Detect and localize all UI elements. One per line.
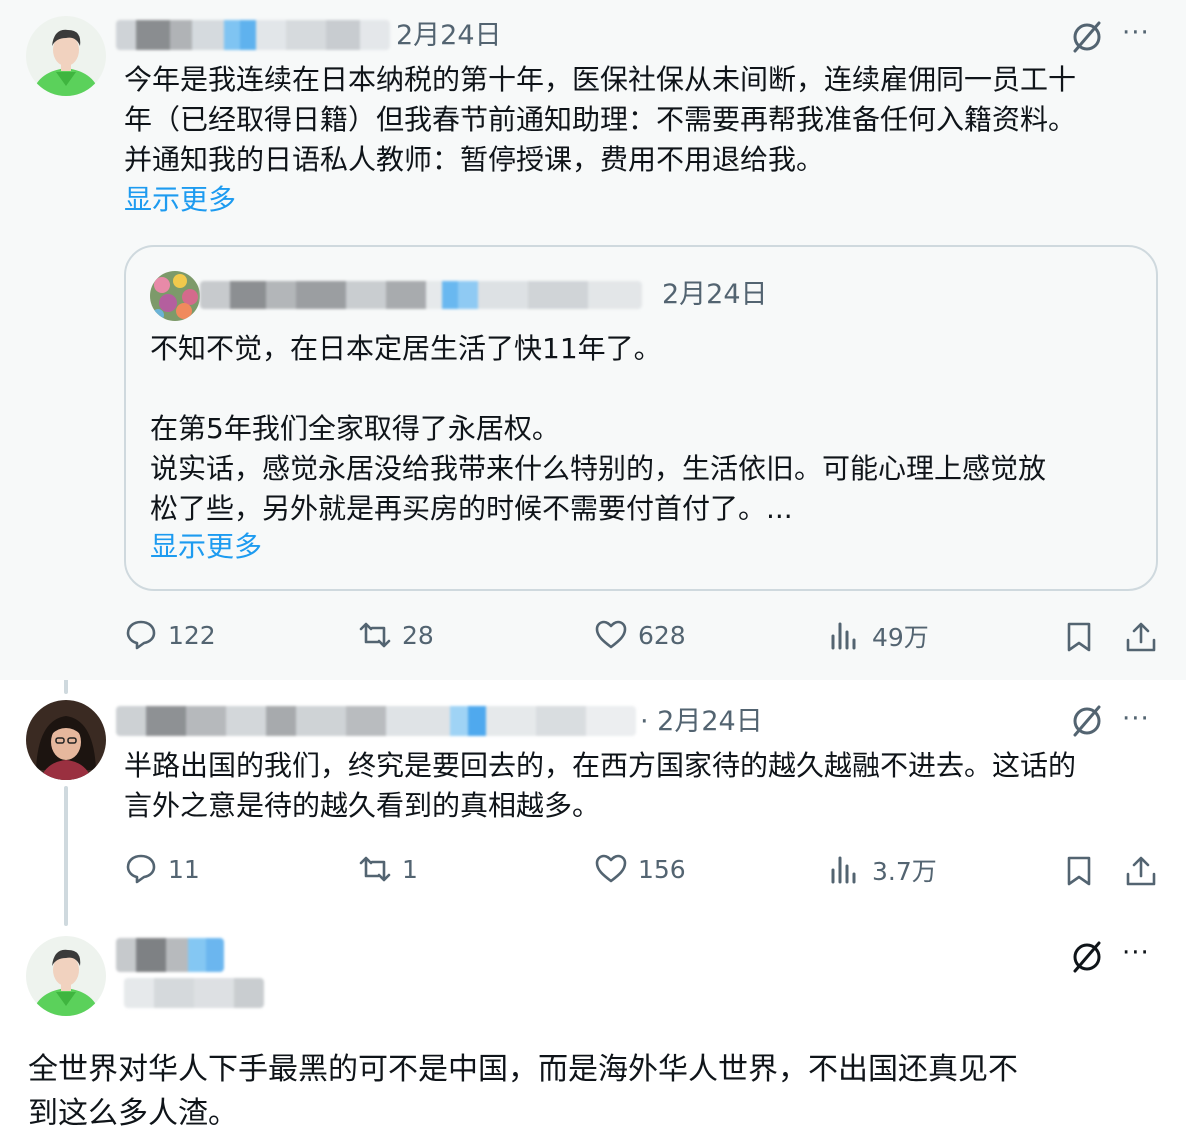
quote-avatar xyxy=(150,271,200,321)
reply-button[interactable]: 122 xyxy=(124,618,216,652)
views-count: 49万 xyxy=(872,623,929,652)
like-count: 156 xyxy=(638,854,686,884)
like-button[interactable]: 628 xyxy=(594,618,686,652)
reply-icon xyxy=(126,620,156,650)
bookmark-icon[interactable] xyxy=(1062,854,1096,888)
repost-button[interactable]: 28 xyxy=(358,618,434,652)
quote-text-line: 松了些，另外就是再买房的时候不需要付首付了。... xyxy=(150,492,793,525)
avatar[interactable] xyxy=(26,936,106,1016)
more-icon[interactable]: ··· xyxy=(1122,704,1150,734)
quoted-post[interactable]: 2月24日 不知不觉，在日本定居生活了快11年了。 在第5年我们全家取得了永居权… xyxy=(124,245,1158,591)
post-text-line: 到这么多人渣。 xyxy=(28,1096,238,1131)
post-text-line: 全世界对华人下手最黑的可不是中国，而是海外华人世界，不出国还真见不 xyxy=(28,1052,1018,1087)
grok-icon[interactable] xyxy=(1070,20,1104,54)
like-icon xyxy=(595,620,627,649)
more-icon[interactable]: ··· xyxy=(1122,938,1150,968)
post-actions: 122 28 628 49万 xyxy=(0,618,1186,658)
handle-blurred[interactable] xyxy=(124,978,264,1008)
username-blurred[interactable] xyxy=(116,20,390,50)
username-blurred[interactable] xyxy=(116,938,224,972)
quote-date: 2月24日 xyxy=(662,279,768,310)
share-icon[interactable] xyxy=(1124,620,1158,654)
share-icon[interactable] xyxy=(1124,854,1158,888)
quote-text-line: 不知不觉，在日本定居生活了快11年了。 xyxy=(150,332,662,365)
quote-username-blurred xyxy=(200,281,642,309)
repost-icon xyxy=(359,622,391,648)
repost-icon xyxy=(359,856,391,882)
views-button[interactable]: 49万 xyxy=(828,618,929,654)
views-icon xyxy=(831,856,856,884)
like-button[interactable]: 156 xyxy=(594,852,686,886)
grok-icon[interactable] xyxy=(1070,940,1104,974)
repost-count: 1 xyxy=(402,854,418,884)
avatar[interactable] xyxy=(26,700,106,780)
views-count: 3.7万 xyxy=(872,857,937,886)
quote-show-more-link[interactable]: 显示更多 xyxy=(150,527,262,567)
post-text-line: 年（已经取得日籍）但我春节前通知助理：不需要再帮我准备任何入籍资料。 xyxy=(124,103,1077,136)
reply-count: 11 xyxy=(168,854,200,884)
like-icon xyxy=(595,854,627,883)
repost-count: 28 xyxy=(402,620,434,650)
post-text-line: 并通知我的日语私人教师：暂停授课，费用不用退给我。 xyxy=(124,143,825,176)
like-count: 628 xyxy=(638,620,686,650)
post-2[interactable]: · 2月24日 ··· 半路出国的我们，终究是要回去的，在西方国家待的越久越融不… xyxy=(0,680,1186,920)
avatar[interactable] xyxy=(26,16,106,96)
post-actions: 11 1 156 3.7万 xyxy=(0,852,1186,892)
views-button[interactable]: 3.7万 xyxy=(828,852,937,888)
post-date[interactable]: · 2月24日 xyxy=(640,706,763,738)
post-3[interactable]: ··· 全世界对华人下手最黑的可不是中国，而是海外华人世界，不出国还真见不 到这… xyxy=(0,920,1186,1148)
quote-text-line: 说实话，感觉永居没给我带来什么特别的，生活依旧。可能心理上感觉放 xyxy=(150,452,1047,485)
repost-button[interactable]: 1 xyxy=(358,852,418,886)
reply-button[interactable]: 11 xyxy=(124,852,200,886)
quote-text-line: 在第5年我们全家取得了永居权。 xyxy=(150,412,560,445)
post-1[interactable]: 2月24日 ··· 今年是我连续在日本纳税的第十年，医保社保从未间断，连续雇佣同… xyxy=(0,0,1186,680)
reply-count: 122 xyxy=(168,620,216,650)
post-date[interactable]: 2月24日 xyxy=(396,20,502,52)
grok-icon[interactable] xyxy=(1070,704,1104,738)
bookmark-icon[interactable] xyxy=(1062,620,1096,654)
show-more-link[interactable]: 显示更多 xyxy=(124,180,236,220)
post-text-line: 半路出国的我们，终究是要回去的，在西方国家待的越久越融不进去。这话的 xyxy=(124,749,1077,782)
post-text-line: 今年是我连续在日本纳税的第十年，医保社保从未间断，连续雇佣同一员工十 xyxy=(124,63,1077,96)
username-blurred[interactable] xyxy=(116,706,636,736)
reply-icon xyxy=(126,854,156,884)
more-icon[interactable]: ··· xyxy=(1122,18,1150,48)
views-icon xyxy=(831,622,856,650)
post-text-line: 言外之意是待的越久看到的真相越多。 xyxy=(124,789,601,822)
